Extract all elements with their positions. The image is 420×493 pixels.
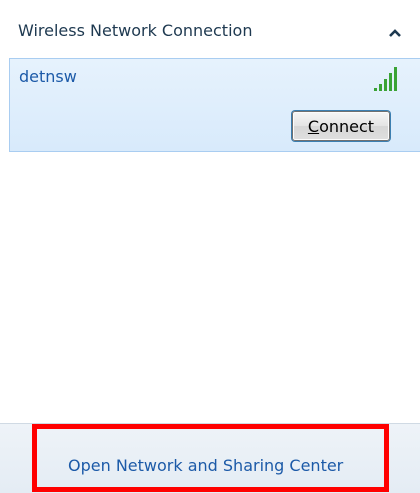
section-title: Wireless Network Connection [18,21,253,40]
signal-bar-2 [379,84,382,91]
signal-bar-3 [384,79,387,91]
collapse-section-button[interactable] [378,20,412,46]
connect-button[interactable]: Connect [292,111,390,141]
signal-strength-icon [374,67,397,91]
section-header[interactable]: Wireless Network Connection [0,0,420,56]
wireless-networks-flyout: Wireless Network Connection detnsw Conne… [0,0,420,493]
open-network-sharing-center-link[interactable]: Open Network and Sharing Center [68,456,343,475]
network-name: detnsw [19,67,77,86]
connect-label-rest: onnect [319,116,375,136]
network-item-detnsw[interactable]: detnsw Connect [9,58,420,152]
connect-mnemonic: C [307,116,320,136]
chevron-up-icon [389,29,401,37]
signal-bar-4 [389,73,392,91]
signal-bar-1 [374,88,377,91]
signal-bar-5 [394,67,397,91]
